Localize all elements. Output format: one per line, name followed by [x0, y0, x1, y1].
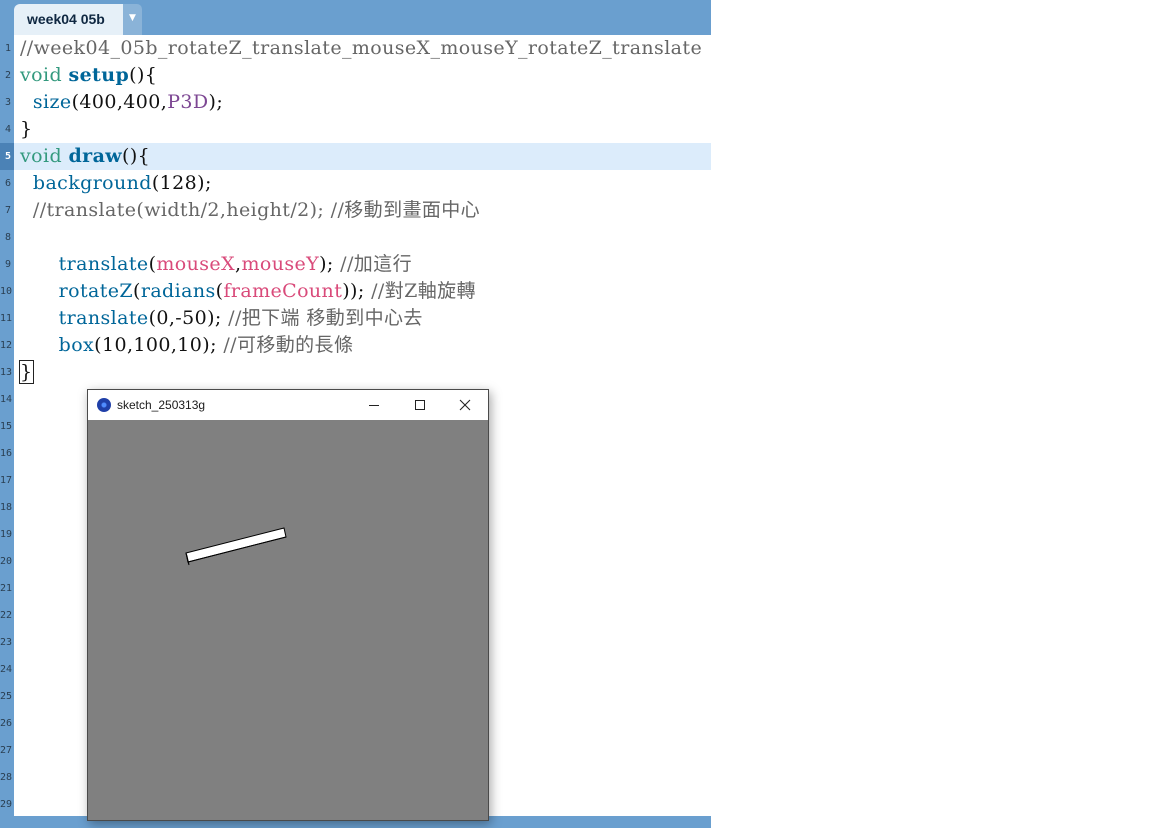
- code-function: rotateZ: [58, 280, 134, 302]
- code-comment: //translate(width/2,height/2); //移動到畫面中心: [32, 199, 481, 221]
- code-function: translate: [58, 307, 149, 329]
- line-number: 12: [0, 340, 13, 351]
- code-variable: mouseX: [156, 253, 236, 275]
- code-line-7[interactable]: //translate(width/2,height/2); //移動到畫面中心: [20, 197, 480, 224]
- tab-bar: week04 05b ▼: [0, 0, 711, 35]
- code-line-13[interactable]: }: [19, 359, 34, 386]
- code-line-12[interactable]: box(10,100,10); //可移動的長條: [20, 332, 353, 359]
- line-number: 26: [0, 718, 13, 729]
- sketch-canvas[interactable]: [88, 420, 488, 820]
- code-text: (0,-50);: [148, 307, 229, 329]
- code-line-2[interactable]: void setup(){: [20, 62, 157, 89]
- line-number: 3: [4, 97, 11, 108]
- line-number: 7: [4, 205, 11, 216]
- code-text: (128);: [151, 172, 212, 194]
- code-line-1[interactable]: //week04_05b_rotateZ_translate_mouseX_mo…: [20, 35, 702, 62]
- code-variable: frameCount: [223, 280, 343, 302]
- line-number: 25: [0, 691, 13, 702]
- line-number: 17: [0, 475, 13, 486]
- line-number: 10: [0, 286, 13, 297]
- line-number: 19: [0, 529, 13, 540]
- line-number: 13: [0, 367, 13, 378]
- line-number: 9: [4, 259, 11, 270]
- code-text: );: [319, 253, 341, 275]
- line-number: 11: [0, 313, 13, 324]
- close-icon: [459, 399, 471, 411]
- line-number: 20: [0, 556, 13, 567]
- line-number: 6: [4, 178, 11, 189]
- maximize-icon: [415, 400, 425, 410]
- code-function: setup: [68, 64, 130, 86]
- line-number: 15: [0, 421, 13, 432]
- line-number: 18: [0, 502, 13, 513]
- code-function: translate: [58, 253, 149, 275]
- line-number: 21: [0, 583, 13, 594]
- line-number: 14: [0, 394, 13, 405]
- code-line-5[interactable]: void draw(){: [20, 143, 150, 170]
- code-comment: //對Z軸旋轉: [371, 280, 476, 302]
- code-line-9[interactable]: translate(mouseX,mouseY); //加這行: [20, 251, 412, 278]
- code-line-3[interactable]: size(400,400,P3D);: [20, 89, 223, 116]
- sketch-window[interactable]: sketch_250313g: [87, 389, 489, 821]
- code-function: radians: [140, 280, 216, 302]
- dropdown-arrow-icon[interactable]: ▼: [123, 4, 142, 35]
- code-text: }: [20, 118, 33, 140]
- code-comment: //可移動的長條: [223, 334, 354, 356]
- code-text: (: [133, 280, 141, 302]
- line-number: 22: [0, 610, 13, 621]
- minimize-button[interactable]: [351, 390, 397, 420]
- processing-icon: [97, 398, 111, 412]
- line-number: 27: [0, 745, 13, 756]
- line-number: 8: [4, 232, 11, 243]
- code-text: (400,400,: [71, 91, 168, 113]
- code-text: (10,100,10);: [94, 334, 224, 356]
- close-button[interactable]: [442, 390, 488, 420]
- code-variable: mouseY: [241, 253, 320, 275]
- code-line-11[interactable]: translate(0,-50); //把下端 移動到中心去: [20, 305, 423, 332]
- rotating-box: [185, 527, 287, 566]
- code-function: size: [32, 91, 72, 113]
- code-text: }: [19, 360, 34, 384]
- code-keyword: void: [20, 145, 63, 167]
- line-number: 1: [4, 43, 11, 54]
- code-function: draw: [68, 145, 123, 167]
- box-top-face: [185, 527, 287, 563]
- code-function: background: [32, 172, 152, 194]
- line-number: 16: [0, 448, 13, 459]
- tab-week04-05b[interactable]: week04 05b: [14, 4, 123, 35]
- line-number: 29: [0, 799, 13, 810]
- code-comment: //week04_05b_rotateZ_translate_mouseX_mo…: [20, 37, 703, 59]
- window-title: sketch_250313g: [117, 398, 206, 412]
- line-number: 5: [4, 151, 11, 162]
- line-number: 28: [0, 772, 13, 783]
- code-line-10[interactable]: rotateZ(radians(frameCount)); //對Z軸旋轉: [20, 278, 476, 305]
- code-function: box: [58, 334, 95, 356]
- line-number: 24: [0, 664, 13, 675]
- line-number: 4: [4, 124, 11, 135]
- code-comment: //把下端 移動到中心去: [228, 307, 423, 329]
- code-keyword: void: [20, 64, 63, 86]
- line-number: 23: [0, 637, 13, 648]
- maximize-button[interactable]: [397, 390, 443, 420]
- code-text: );: [208, 91, 224, 113]
- code-text: ));: [342, 280, 372, 302]
- code-line-4[interactable]: }: [20, 116, 33, 143]
- window-titlebar[interactable]: sketch_250313g: [88, 390, 488, 420]
- code-text: (){: [122, 145, 151, 167]
- line-number: 2: [4, 70, 11, 81]
- code-line-6[interactable]: background(128);: [20, 170, 212, 197]
- code-text: (){: [129, 64, 158, 86]
- minimize-icon: [369, 405, 379, 406]
- code-constant: P3D: [167, 91, 209, 113]
- code-comment: //加這行: [340, 253, 412, 275]
